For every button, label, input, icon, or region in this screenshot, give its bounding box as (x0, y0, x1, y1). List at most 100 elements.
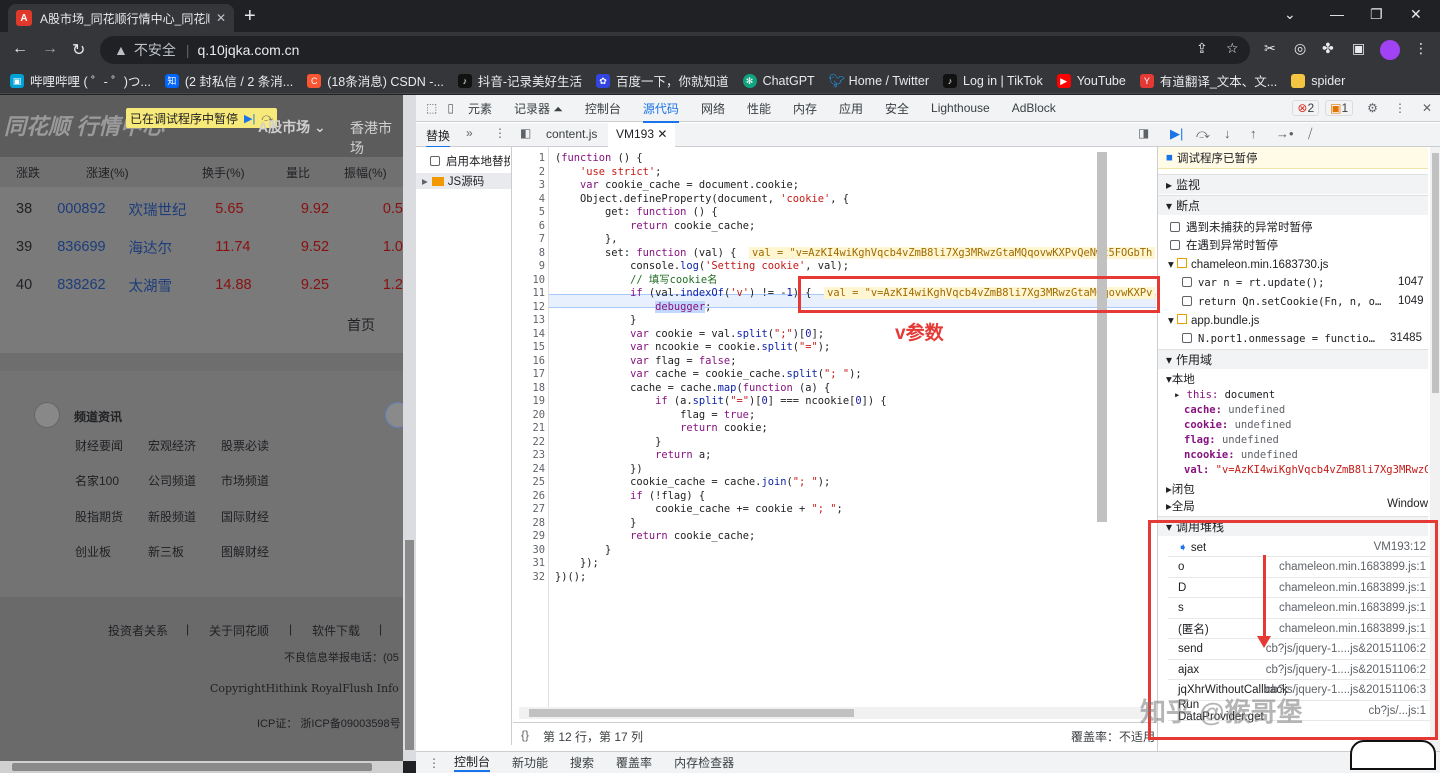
pretty-print-icon[interactable]: {} (521, 728, 529, 742)
editor-vscrollbar[interactable] (1097, 152, 1107, 522)
tab-security[interactable]: 安全 (885, 100, 909, 117)
col-header[interactable]: 振幅(%) (344, 164, 387, 181)
checkbox[interactable] (1182, 333, 1192, 343)
step-over-icon[interactable]: ⤼ (1196, 126, 1210, 142)
reload-icon[interactable]: ↻ (72, 40, 85, 60)
line-number[interactable]: 7 (513, 233, 545, 247)
close-devtools-icon[interactable]: ✕ (1422, 101, 1432, 115)
back-icon[interactable]: ← (12, 40, 28, 58)
bookmark-csdn[interactable]: C (18条消息) CSDN -... (307, 71, 444, 90)
close-file-icon[interactable]: ✕ (657, 127, 667, 141)
step-into-icon[interactable]: ↓ (1224, 126, 1231, 141)
checkbox[interactable] (1170, 240, 1180, 250)
line-number[interactable]: 3 (513, 179, 545, 193)
minimize-icon[interactable]: — (1330, 6, 1344, 22)
tab-performance[interactable]: 性能 (747, 100, 771, 117)
col-header[interactable]: 涨跌 (0, 164, 86, 181)
line-number[interactable]: 26 (513, 490, 545, 504)
line-number[interactable]: 25 (513, 476, 545, 490)
drawer-tab-coverage[interactable]: 覆盖率 (616, 754, 652, 771)
restore-icon[interactable]: ❐ (1370, 6, 1383, 23)
step-out-icon[interactable]: ↑ (1250, 126, 1257, 141)
line-number[interactable]: 21 (513, 422, 545, 436)
share-icon[interactable]: ⇪ (1196, 40, 1208, 57)
more-tabs-icon[interactable]: » (466, 126, 473, 140)
scope-this[interactable]: ▸ this: document (1174, 389, 1275, 401)
bp-file-chameleon[interactable]: ▾ chameleon.min.1683730.js (1168, 257, 1328, 271)
channel-link[interactable]: 名家100 (75, 472, 119, 489)
line-number[interactable]: 22 (513, 436, 545, 450)
pause-uncaught-option[interactable]: 遇到未捕获的异常时暂停 (1170, 219, 1313, 235)
scroll-thumb[interactable] (405, 540, 414, 750)
tab-network[interactable]: 网络 (701, 100, 725, 117)
channel-link[interactable]: 股指期货 (75, 508, 123, 525)
channel-link[interactable]: 新三板 (148, 543, 184, 560)
deactivate-breakpoints-icon[interactable]: ⧸ (1308, 126, 1312, 142)
line-number[interactable]: 9 (513, 260, 545, 274)
line-number[interactable]: 11 (513, 287, 545, 301)
incognito-icon[interactable]: ◎ (1294, 40, 1306, 57)
step-icon[interactable]: →• (1276, 126, 1294, 141)
line-number[interactable]: 20 (513, 409, 545, 423)
tab-lighthouse[interactable]: Lighthouse (931, 101, 990, 115)
tab-overrides[interactable]: 替换 (426, 127, 451, 148)
new-tab-icon[interactable]: + (244, 5, 256, 28)
channel-link[interactable]: 图解财经 (221, 543, 269, 560)
channel-link[interactable]: 财经要闻 (75, 437, 123, 454)
error-badge[interactable]: ⊗2 (1292, 100, 1320, 116)
line-number[interactable]: 17 (513, 368, 545, 382)
toggle-debugger-icon[interactable]: ◨ (1138, 126, 1149, 140)
line-number[interactable]: 18 (513, 382, 545, 396)
bookmark-star-icon[interactable]: ☆ (1226, 40, 1239, 57)
close-tab-icon[interactable]: ✕ (216, 11, 226, 25)
tab-sources[interactable]: 源代码 (642, 100, 679, 123)
scope-local[interactable]: ▾本地 (1166, 371, 1195, 387)
line-number[interactable]: 16 (513, 355, 545, 369)
address-bar[interactable]: ▲ 不安全 | q.10jqka.com.cn (100, 36, 1250, 64)
close-window-icon[interactable]: ✕ (1410, 6, 1422, 23)
line-number[interactable]: 28 (513, 517, 545, 531)
bookmark-douyin[interactable]: ♪ 抖音-记录美好生活 (457, 71, 582, 90)
channel-link[interactable]: 创业板 (75, 543, 111, 560)
footer-link[interactable]: 软件下载 (312, 622, 360, 639)
editor-hscrollbar[interactable] (519, 707, 1149, 719)
line-number[interactable]: 27 (513, 503, 545, 517)
warning-badge[interactable]: ▣1 (1325, 100, 1354, 116)
bookmark-youdao[interactable]: Y 有道翻译_文本、文... (1139, 71, 1277, 90)
toggle-navigator-icon[interactable]: ◧ (520, 126, 531, 140)
scroll-thumb[interactable] (529, 709, 854, 717)
line-number[interactable]: 6 (513, 220, 545, 234)
bookmark-twitter[interactable]: 🐦︎ Home / Twitter (829, 73, 929, 88)
bookmark-chatgpt[interactable]: ✻ ChatGPT (742, 73, 815, 88)
line-number[interactable]: 30 (513, 544, 545, 558)
line-number[interactable]: 2 (513, 166, 545, 180)
settings-gear-icon[interactable]: ⚙ (1367, 101, 1378, 115)
channel-link[interactable]: 国际财经 (221, 508, 269, 525)
tab-elements[interactable]: 元素 (468, 100, 492, 117)
line-number[interactable]: 8 (513, 247, 545, 261)
scroll-thumb[interactable] (1432, 153, 1439, 393)
drawer-tab-console[interactable]: 控制台 (454, 753, 491, 772)
extension-icon[interactable]: ✂ (1264, 40, 1276, 57)
col-header[interactable]: 换手(%) (202, 164, 286, 181)
device-toolbar-icon[interactable]: ▯ (447, 101, 454, 115)
line-number[interactable]: 24 (513, 463, 545, 477)
page-vscrollbar[interactable] (403, 95, 416, 761)
line-number[interactable]: 31 (513, 557, 545, 571)
tab-recorder[interactable]: 记录器 ⏶ (514, 100, 563, 117)
avatar[interactable] (1380, 40, 1400, 60)
line-number[interactable]: 32 (513, 571, 545, 585)
footer-link[interactable]: 投资者关系 (108, 622, 168, 639)
drawer-tab-memory-inspector[interactable]: 内存检查器 (674, 754, 734, 771)
line-number[interactable]: 1 (513, 152, 545, 166)
footer-link[interactable]: 关于同花顺 (209, 622, 269, 639)
line-number[interactable]: 4 (513, 193, 545, 207)
section-scope[interactable]: ▾ 作用域 (1158, 349, 1428, 369)
col-header[interactable]: 涨速(%) (86, 164, 202, 181)
line-number[interactable]: 10 (513, 274, 545, 288)
bookmark-bilibili[interactable]: ▣ 哔哩哔哩 ( ゜- ゜)つ... (10, 71, 151, 90)
section-breakpoints[interactable]: ▾ 断点 (1158, 195, 1428, 215)
line-number[interactable]: 14 (513, 328, 545, 342)
line-number[interactable]: 12 (513, 301, 545, 315)
channel-link[interactable]: 宏观经济 (148, 437, 196, 454)
